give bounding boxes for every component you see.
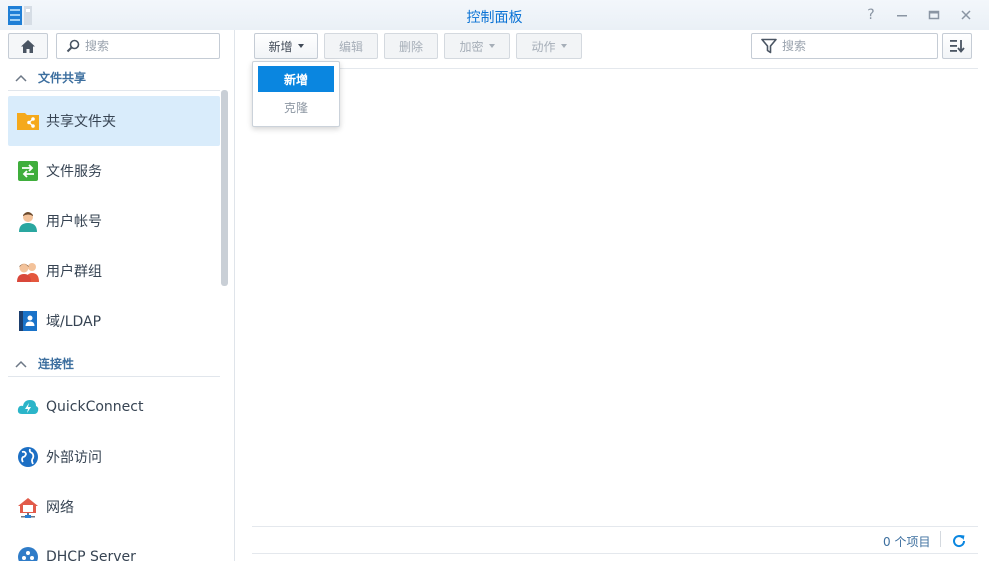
chevron-up-icon [15, 360, 27, 368]
sidebar: 文件共享 共享文件夹 文件服务 [0, 30, 235, 561]
sidebar-item-label: 文件服务 [46, 164, 102, 180]
encrypt-button[interactable]: 加密 [444, 33, 510, 59]
sidebar-item-label: 用户群组 [46, 264, 102, 280]
chevron-down-icon [560, 44, 567, 48]
sidebar-item-dhcp-server[interactable]: DHCP Server [8, 532, 220, 561]
domain-ldap-icon [16, 309, 40, 333]
section-header-connectivity[interactable]: 连接性 [8, 351, 220, 377]
file-services-icon [16, 159, 40, 183]
action-button-label: 动作 [531, 39, 556, 54]
sidebar-item-user-account[interactable]: 用户帐号 [8, 196, 220, 246]
help-icon[interactable]: ? [862, 6, 880, 24]
action-button[interactable]: 动作 [516, 33, 582, 59]
sidebar-item-quickconnect[interactable]: QuickConnect [8, 382, 220, 432]
sidebar-scrollbar[interactable] [221, 90, 228, 286]
sidebar-item-domain-ldap[interactable]: 域/LDAP [8, 296, 220, 346]
sidebar-item-label: 网络 [46, 500, 74, 516]
footer-divider [252, 526, 978, 527]
section-label: 连接性 [38, 357, 75, 371]
minimize-icon[interactable] [893, 6, 911, 24]
footer-separator [940, 531, 941, 547]
section-header-file-sharing[interactable]: 文件共享 [8, 65, 220, 91]
item-count: 0 个项目 [883, 535, 931, 549]
group-icon [16, 259, 40, 283]
window-title: 控制面板 [466, 10, 523, 26]
home-button[interactable] [8, 33, 48, 59]
refresh-icon[interactable] [950, 532, 968, 550]
sidebar-item-label: 用户帐号 [46, 214, 102, 230]
footer-bottom-divider [252, 553, 978, 554]
network-icon [16, 495, 40, 519]
sidebar-item-shared-folder[interactable]: 共享文件夹 [8, 96, 220, 146]
sidebar-item-network[interactable]: 网络 [8, 482, 220, 532]
maximize-icon[interactable] [925, 6, 943, 24]
create-button[interactable]: 新增 [254, 33, 318, 59]
dhcp-server-icon [16, 545, 40, 561]
create-dropdown-menu: 新增 克隆 [252, 61, 340, 127]
sort-icon [950, 40, 965, 53]
chevron-down-icon [488, 44, 495, 48]
title-bar: 控制面板 ? [0, 0, 989, 30]
sidebar-item-label: 外部访问 [46, 450, 102, 466]
sort-button[interactable] [942, 33, 972, 59]
edit-button[interactable]: 编辑 [324, 33, 378, 59]
quickconnect-icon [16, 395, 40, 419]
chevron-up-icon [15, 74, 27, 82]
filter-icon [761, 38, 777, 54]
home-icon [21, 39, 35, 53]
encrypt-button-label: 加密 [459, 39, 484, 54]
shared-folder-list [252, 69, 978, 526]
sidebar-item-label: QuickConnect [46, 399, 144, 415]
create-button-label: 新增 [268, 39, 293, 54]
chevron-down-icon [297, 44, 304, 48]
section-label: 文件共享 [38, 71, 87, 85]
sidebar-search[interactable] [56, 33, 220, 59]
sidebar-item-label: 域/LDAP [46, 314, 102, 330]
external-access-icon [16, 445, 40, 469]
sidebar-item-label: DHCP Server [46, 549, 136, 561]
edit-button-label: 编辑 [338, 39, 363, 54]
close-icon[interactable] [957, 6, 975, 24]
delete-button-label: 删除 [398, 39, 423, 54]
sidebar-item-user-group[interactable]: 用户群组 [8, 246, 220, 296]
sidebar-item-file-services[interactable]: 文件服务 [8, 146, 220, 196]
filter-search-input[interactable] [782, 37, 932, 55]
delete-button[interactable]: 删除 [384, 33, 438, 59]
menu-item-clone[interactable]: 克隆 [258, 94, 334, 120]
filter-search[interactable] [751, 33, 938, 59]
sidebar-search-input[interactable] [85, 37, 215, 55]
search-icon [66, 39, 80, 53]
menu-item-create[interactable]: 新增 [258, 66, 334, 92]
sidebar-item-external-access[interactable]: 外部访问 [8, 432, 220, 482]
user-icon [16, 209, 40, 233]
shared-folder-icon [16, 109, 40, 133]
sidebar-item-label: 共享文件夹 [46, 114, 116, 130]
